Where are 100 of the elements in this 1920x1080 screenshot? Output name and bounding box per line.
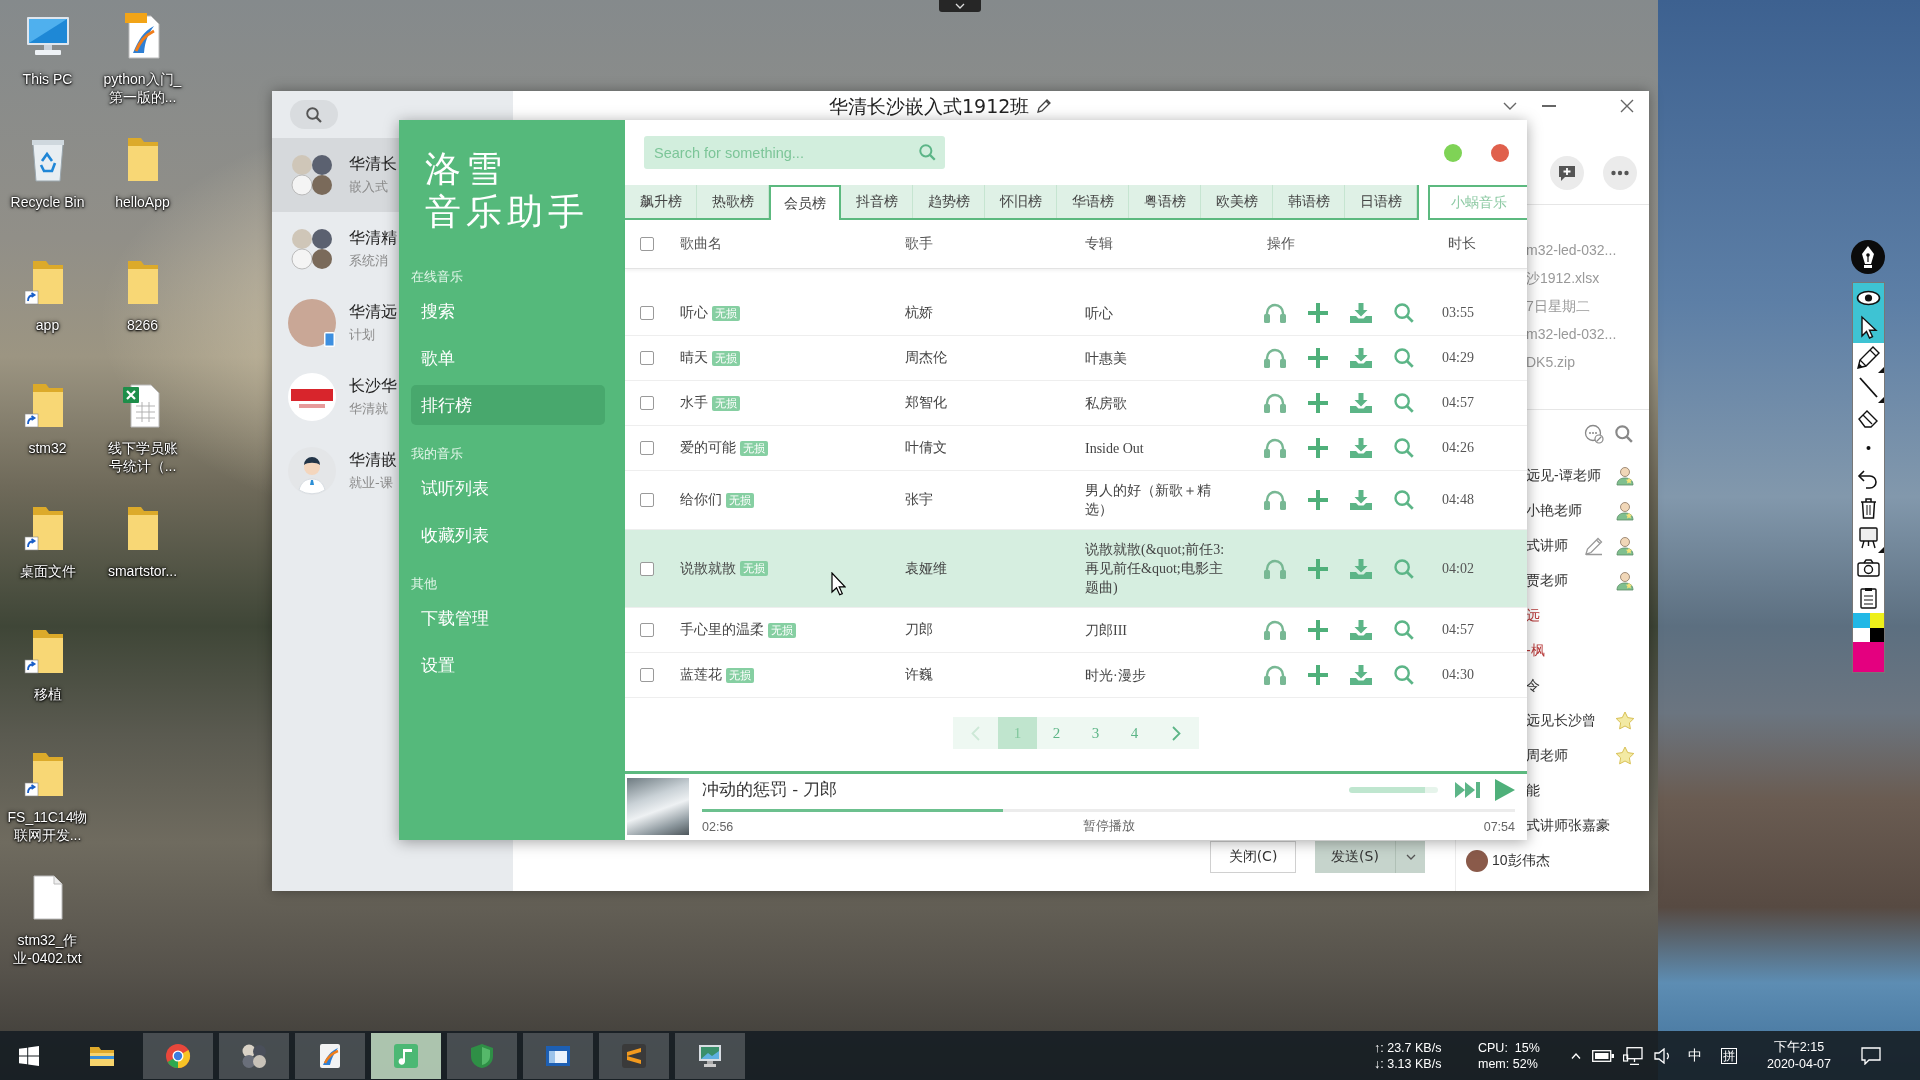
close-button[interactable]: 关闭(C) [1210,841,1296,873]
member-name[interactable]: 贾老师 [1526,571,1568,590]
tab[interactable]: 怀旧榜 [985,185,1057,218]
input-mode-indicator[interactable]: 拼 [1721,1047,1737,1064]
bubble-icon[interactable] [1584,424,1604,444]
desktop-icon-label[interactable]: stm32 [28,439,67,457]
speech-bubble-icon[interactable] [1861,1046,1881,1065]
eye-icon[interactable] [1853,283,1884,313]
row-checkbox[interactable] [640,351,654,365]
search-icon[interactable] [1394,558,1414,579]
member-name[interactable]: 10彭伟杰 [1492,851,1550,870]
song-row[interactable]: 手心里的温柔 无损 刀郎 刀郎III 04:57 [625,608,1527,653]
send-options-button[interactable] [1395,841,1425,873]
desktop-icon-label[interactable]: 线下学员账号统计（... [101,439,184,475]
download-icon[interactable] [1350,393,1372,413]
speaker-icon[interactable] [1654,1047,1672,1064]
pen-nib-icon[interactable] [1851,240,1885,274]
download-icon[interactable] [1350,348,1372,368]
plus-icon[interactable] [1308,348,1328,368]
row-checkbox[interactable] [640,623,654,637]
song-row[interactable]: 听心 无损 杭娇 听心 03:55 [625,291,1527,336]
member-name[interactable]: 能 [1526,781,1540,800]
song-row[interactable]: 说散就散 无损 袁娅维 说散就散(&quot;前任3:再见前任&quot;电影主题曲) 04:02 [625,530,1527,608]
tab[interactable]: 热歌榜 [697,185,769,218]
swatch-icon[interactable] [1853,613,1870,628]
search-icon[interactable] [1615,425,1633,443]
tab[interactable]: 华语榜 [1057,185,1129,218]
plus-icon[interactable] [1308,303,1328,323]
taskbar-app-button[interactable] [523,1032,593,1079]
download-icon[interactable] [1350,558,1372,579]
conversation-item[interactable]: 华清长 嵌入式 [272,138,399,212]
close-button[interactable] [1491,144,1509,162]
conversation-item[interactable]: 华清远 计划 [272,286,399,360]
taskbar-app-button[interactable] [295,1032,365,1079]
minimize-icon[interactable] [1542,104,1556,107]
song-row[interactable]: 水手 无损 郑智化 私房歌 04:57 [625,381,1527,426]
download-icon[interactable] [1350,665,1372,685]
song-row[interactable]: 晴天 无损 周杰伦 叶惠美 04:29 [625,336,1527,381]
input-method-indicator[interactable]: 中 [1688,1046,1702,1065]
taskbar-app-button[interactable] [599,1032,669,1079]
search-icon[interactable] [907,136,945,169]
tab[interactable]: 韩语榜 [1273,185,1345,218]
search-icon[interactable] [1394,393,1414,413]
song-row[interactable]: 爱的可能 无损 叶倩文 Inside Out 04:26 [625,426,1527,471]
search-icon[interactable] [1394,490,1414,510]
search-icon[interactable] [1394,303,1414,323]
swatch-icon[interactable] [1870,613,1884,628]
desktop-icon-label[interactable]: 桌面文件 [19,562,76,580]
taskbar-app-button[interactable] [675,1032,745,1079]
send-button[interactable]: 发送(S) [1315,841,1395,873]
download-icon[interactable] [1350,620,1372,640]
chevron-down-icon[interactable] [1503,101,1517,110]
play-icon[interactable] [1495,779,1515,801]
clock-time[interactable]: 下午2:15 [1773,1038,1825,1056]
chat-plus-icon[interactable] [1550,156,1584,190]
song-row[interactable]: 蓝莲花 无损 许巍 时光·漫步 04:30 [625,653,1527,698]
download-icon[interactable] [1350,438,1372,458]
more-icon[interactable] [1603,156,1637,190]
plus-icon[interactable] [1308,438,1328,458]
taskbar-app-button[interactable] [371,1032,441,1079]
desktop-icon-label[interactable]: FS_11C14物联网开发... [6,808,89,844]
search-icon[interactable] [1394,438,1414,458]
headphones-icon[interactable] [1264,348,1286,368]
chevron-right-icon[interactable] [1172,725,1181,741]
member-name[interactable]: 远见-谭老师 [1526,466,1601,485]
member-name[interactable]: -枫 [1526,641,1545,660]
playback-status[interactable]: 暂停播放 [1082,818,1135,835]
member-name[interactable]: 令 [1526,676,1540,695]
search-icon[interactable] [1394,348,1414,368]
battery-icon[interactable] [1592,1049,1614,1062]
plus-icon[interactable] [1308,665,1328,685]
headphones-icon[interactable] [1264,620,1286,640]
select-all-checkbox[interactable] [640,237,654,251]
taskbar-app-button[interactable] [447,1032,517,1079]
download-icon[interactable] [1350,303,1372,323]
headphones-icon[interactable] [1264,558,1286,579]
headphones-icon[interactable] [1264,438,1286,458]
plus-icon[interactable] [1308,620,1328,640]
row-checkbox[interactable] [640,561,654,576]
chevron-up-icon[interactable] [1571,1052,1581,1059]
desktop-icon-label[interactable]: stm32_作业-0402.txt [6,931,89,967]
row-checkbox[interactable] [640,441,654,455]
tab[interactable]: 会员榜 [769,185,841,220]
network-icon[interactable] [1623,1046,1643,1065]
tab[interactable]: 抖音榜 [841,185,913,218]
tab[interactable]: 趋势榜 [913,185,985,218]
taskbar-app-button[interactable] [143,1032,213,1079]
search-icon[interactable] [1394,620,1414,640]
cursor-icon[interactable] [1853,313,1884,343]
download-icon[interactable] [1350,490,1372,510]
member-name[interactable]: 小艳老师 [1526,501,1582,520]
swatch-icon[interactable] [1853,642,1884,672]
member-name[interactable]: 式讲师 [1526,536,1568,555]
swatch-icon[interactable] [1870,628,1884,642]
tab[interactable]: 欧美榜 [1201,185,1273,218]
member-name[interactable]: 式讲师张嘉豪 [1526,816,1610,835]
member-name[interactable]: 远见长沙曾 [1526,711,1596,730]
pencil-icon[interactable] [1037,98,1053,113]
taskbar-app-button[interactable] [219,1032,289,1079]
search-field[interactable]: Search for something... [644,136,907,169]
